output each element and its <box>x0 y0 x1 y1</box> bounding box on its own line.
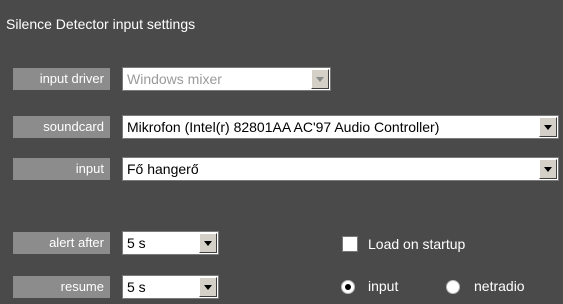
resume-label: resume <box>13 276 110 298</box>
netradio-radio[interactable] <box>446 280 460 294</box>
chevron-down-icon[interactable] <box>539 117 557 137</box>
input-driver-value: Windows mixer <box>127 71 222 87</box>
input-radio-label[interactable]: input <box>368 278 398 294</box>
soundcard-select[interactable]: Mikrofon (Intel(r) 82801AA AC'97 Audio C… <box>122 115 559 139</box>
input-driver-select: Windows mixer <box>122 67 331 91</box>
chevron-down-icon[interactable] <box>199 277 217 297</box>
input-value: Fő hangerő <box>127 161 199 177</box>
load-on-startup-label[interactable]: Load on startup <box>368 236 465 252</box>
chevron-down-icon[interactable] <box>199 233 217 253</box>
input-select[interactable]: Fő hangerő <box>122 157 559 181</box>
alert-after-value: 5 s <box>127 235 146 251</box>
resume-value: 5 s <box>127 279 146 295</box>
load-on-startup-checkbox[interactable] <box>342 236 358 252</box>
chevron-down-icon <box>311 69 329 89</box>
input-driver-label: input driver <box>13 68 110 90</box>
netradio-radio-label[interactable]: netradio <box>474 278 525 294</box>
window-title: Silence Detector input settings <box>6 16 196 32</box>
alert-after-select[interactable]: 5 s <box>122 231 219 255</box>
resume-select[interactable]: 5 s <box>122 275 219 299</box>
soundcard-value: Mikrofon (Intel(r) 82801AA AC'97 Audio C… <box>127 119 440 135</box>
input-radio[interactable] <box>341 280 355 294</box>
alert-after-label: alert after <box>13 232 110 254</box>
soundcard-label: soundcard <box>13 116 110 138</box>
input-label: input <box>13 158 110 180</box>
chevron-down-icon[interactable] <box>539 159 557 179</box>
